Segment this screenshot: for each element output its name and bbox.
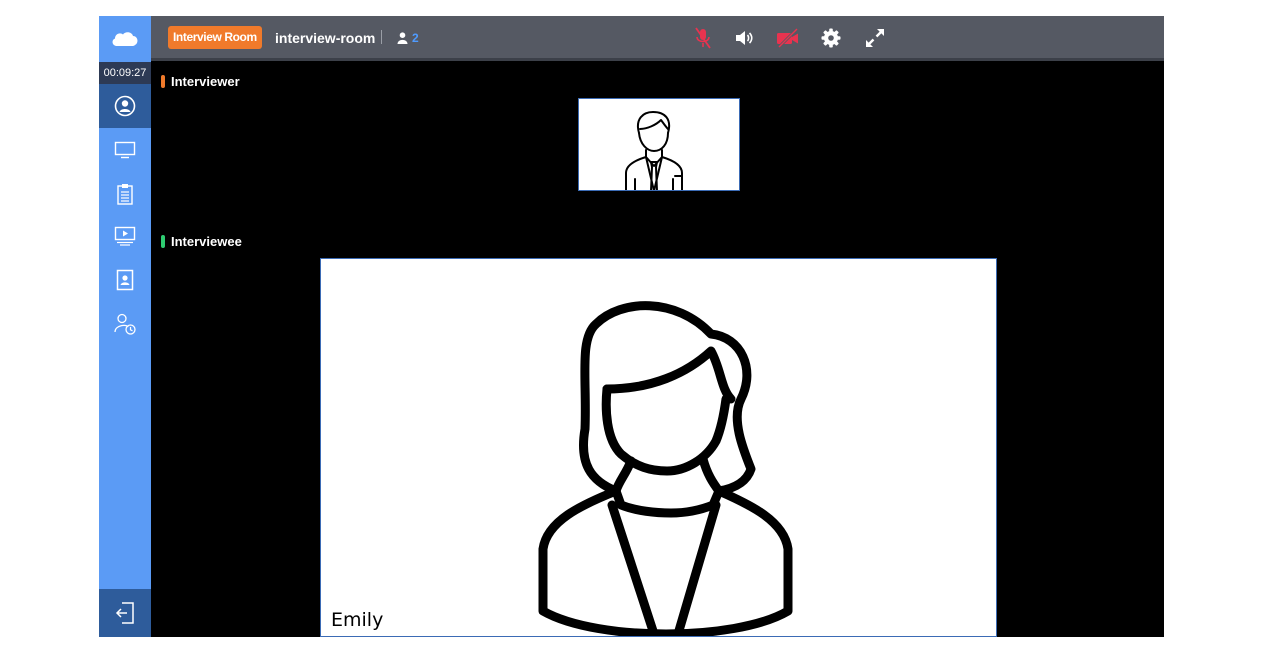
person-icon [397,32,408,44]
camera-toggle-button[interactable] [774,24,802,52]
settings-button[interactable] [817,24,845,52]
sidebar: 00:09:27 [99,16,151,637]
session-timer: 00:09:27 [99,62,151,84]
header-divider [381,30,382,44]
speaker-button[interactable] [730,24,758,52]
sidebar-item-notes[interactable] [99,172,151,216]
sidebar-item-presentation[interactable] [99,214,151,258]
app-window: 00:09:27 Interview Room interview-room 2… [99,16,1164,637]
monitor-icon [114,141,136,159]
speaker-icon [736,31,753,45]
male-avatar-icon [625,111,683,190]
user-clock-icon [114,313,136,335]
user-circle-icon [114,95,136,117]
sidebar-item-history[interactable] [99,302,151,346]
exit-button[interactable] [99,589,151,637]
exit-icon [115,602,134,624]
interviewee-color-marker [161,234,165,248]
clipboard-icon [117,184,133,205]
interviewer-color-marker [161,74,165,88]
room-type-badge: Interview Room [168,26,262,49]
camera-off-icon [777,28,799,48]
interviewer-video-tile[interactable] [578,98,740,191]
interviewee-label: Interviewee [171,233,242,249]
interviewee-section-label: Interviewee [161,233,242,249]
participant-count: 2 [412,31,419,45]
participant-counter[interactable]: 2 [397,28,419,48]
interviewer-section-label: Interviewer [161,73,240,89]
gear-icon [821,28,841,48]
cloud-logo-icon [99,16,151,61]
participant-name-tag: Emily [331,609,384,631]
fullscreen-icon [866,29,884,47]
sidebar-item-profile[interactable] [99,258,151,302]
interviewer-label: Interviewer [171,73,240,89]
mic-off-icon [695,27,711,49]
sidebar-item-screen[interactable] [99,128,151,172]
screen-share-icon [114,226,136,246]
room-name: interview-room [275,30,376,46]
sidebar-item-participants[interactable] [99,84,151,128]
fullscreen-button[interactable] [861,24,889,52]
top-bar: Interview Room interview-room 2 [151,16,1164,61]
interviewee-video-tile[interactable]: Emily [320,258,997,637]
female-avatar-icon [538,301,793,636]
mute-microphone-button[interactable] [689,24,717,52]
contact-card-icon [116,269,134,291]
